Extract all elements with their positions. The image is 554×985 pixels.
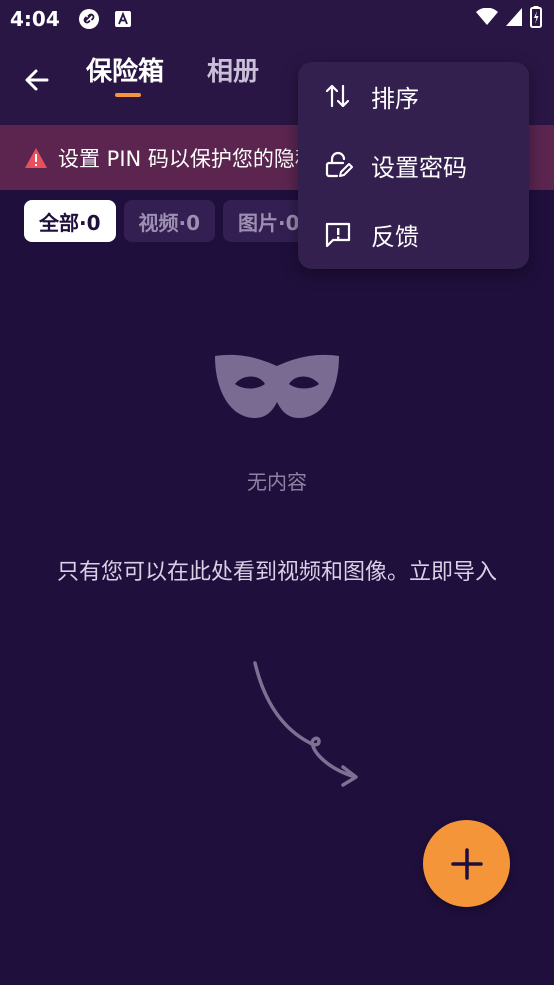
menu-item-label: 排序 bbox=[371, 84, 419, 113]
chip-all[interactable]: 全部·0 bbox=[24, 200, 116, 242]
battery-icon bbox=[530, 6, 542, 32]
curved-arrow-icon bbox=[245, 655, 370, 795]
empty-description: 只有您可以在此处看到视频和图像。立即导入 bbox=[56, 560, 497, 585]
menu-item-label: 反馈 bbox=[371, 222, 419, 251]
filter-chips: 全部·0 视频·0 图片·0 bbox=[24, 200, 315, 242]
link-icon bbox=[78, 8, 100, 30]
banner-text: 设置 PIN 码以保护您的隐私 bbox=[58, 146, 316, 171]
status-bar: 4:04 bbox=[0, 0, 554, 37]
menu-item-sort[interactable]: 排序 bbox=[298, 65, 529, 127]
font-icon bbox=[114, 10, 132, 28]
mask-icon bbox=[213, 352, 341, 422]
sort-icon bbox=[322, 80, 354, 112]
back-arrow-icon[interactable] bbox=[20, 63, 54, 97]
status-time: 4:04 bbox=[10, 6, 60, 31]
lock-edit-icon bbox=[322, 149, 354, 181]
warning-icon bbox=[24, 147, 48, 169]
add-button[interactable] bbox=[423, 820, 510, 907]
wifi-icon bbox=[476, 7, 498, 30]
menu-item-set-password[interactable]: 设置密码 bbox=[298, 134, 529, 196]
menu-item-label: 设置密码 bbox=[371, 153, 467, 182]
menu-item-feedback[interactable]: 反馈 bbox=[298, 203, 529, 265]
chip-video[interactable]: 视频·0 bbox=[123, 200, 216, 242]
plus-icon bbox=[450, 847, 483, 880]
tab-album[interactable]: 相册 bbox=[207, 51, 259, 88]
tab-vault[interactable]: 保险箱 bbox=[86, 51, 164, 88]
feedback-icon bbox=[322, 218, 354, 250]
signal-icon bbox=[506, 8, 522, 30]
empty-title: 无内容 bbox=[247, 470, 307, 494]
tab-indicator bbox=[115, 93, 141, 97]
overflow-menu: 排序 设置密码 反馈 bbox=[298, 62, 529, 269]
